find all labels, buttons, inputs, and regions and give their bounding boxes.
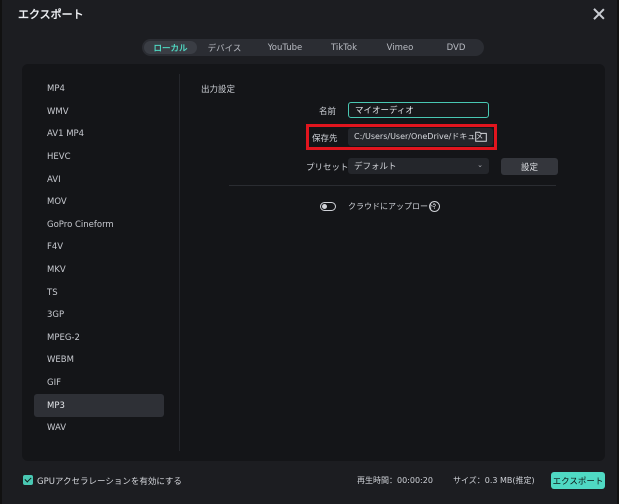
name-input[interactable] (348, 102, 489, 118)
duration-readout: 再生時間：00:00:20 (357, 476, 433, 485)
output-settings-title: 出力設定 (201, 85, 236, 95)
name-label: 名前 (319, 107, 337, 117)
format-item-av1-mp4[interactable]: AV1 MP4 (34, 123, 164, 146)
format-item-3gp[interactable]: 3GP (34, 304, 164, 327)
format-item-hevc[interactable]: HEVC (34, 146, 164, 169)
chevron-down-icon: ⌄ (477, 161, 483, 169)
format-list: MP4 WMV AV1 MP4 HEVC AVI MOV GoPro Cinef… (34, 78, 164, 440)
gpu-acceleration-checkbox[interactable] (23, 475, 33, 485)
cloud-upload-label: クラウドにアップロード (348, 202, 436, 211)
tab-vimeo[interactable]: Vimeo (370, 41, 430, 54)
format-item-ts[interactable]: TS (34, 281, 164, 304)
settings-divider (229, 185, 556, 186)
tab-device[interactable]: デバイス (197, 41, 252, 54)
help-icon[interactable]: ? (429, 201, 440, 212)
format-item-gopro-cineform[interactable]: GoPro Cineform (34, 214, 164, 237)
cloud-upload-toggle[interactable] (320, 202, 336, 211)
tab-youtube[interactable]: YouTube (252, 41, 318, 54)
format-item-mov[interactable]: MOV (34, 191, 164, 214)
format-item-mp4[interactable]: MP4 (34, 78, 164, 101)
destination-tabs: ローカル デバイス YouTube TikTok Vimeo DVD (142, 39, 484, 56)
format-item-webm[interactable]: WEBM (34, 349, 164, 372)
estimated-size-readout: サイズ：0.3 MB(推定) (453, 476, 535, 485)
title-bar: エクスポート (2, 0, 617, 30)
tab-tiktok[interactable]: TikTok (318, 41, 370, 54)
gpu-acceleration-label: GPUアクセラレーションを有効にする (37, 477, 182, 487)
tab-local[interactable]: ローカル (144, 41, 197, 54)
folder-icon[interactable] (475, 131, 487, 142)
preset-label: プリセット (306, 163, 349, 173)
format-item-mkv[interactable]: MKV (34, 259, 164, 282)
panel-divider (179, 74, 180, 451)
tab-dvd[interactable]: DVD (430, 41, 482, 54)
save-path-field[interactable]: C:/Users/User/OneDrive/ドキュメ (348, 128, 493, 146)
preset-select[interactable]: デフォルト ⌄ (348, 158, 489, 174)
dialog-title: エクスポート (18, 8, 84, 21)
export-dialog: エクスポート ローカル デバイス YouTube TikTok Vimeo DV… (0, 0, 619, 504)
format-item-mp3[interactable]: MP3 (34, 394, 164, 417)
export-button[interactable]: エクスポート (551, 472, 605, 489)
settings-button[interactable]: 設定 (501, 158, 558, 175)
save-location-label: 保存先 (312, 134, 338, 144)
export-settings-panel: MP4 WMV AV1 MP4 HEVC AVI MOV GoPro Cinef… (22, 64, 605, 461)
format-item-mpeg2[interactable]: MPEG-2 (34, 327, 164, 350)
save-path-text: C:/Users/User/OneDrive/ドキュメ (354, 132, 484, 141)
format-item-wav[interactable]: WAV (34, 417, 164, 440)
format-item-wmv[interactable]: WMV (34, 101, 164, 124)
preset-value: デフォルト (354, 162, 397, 172)
close-icon[interactable] (591, 6, 607, 22)
format-item-gif[interactable]: GIF (34, 372, 164, 395)
format-item-avi[interactable]: AVI (34, 168, 164, 191)
format-item-f4v[interactable]: F4V (34, 236, 164, 259)
